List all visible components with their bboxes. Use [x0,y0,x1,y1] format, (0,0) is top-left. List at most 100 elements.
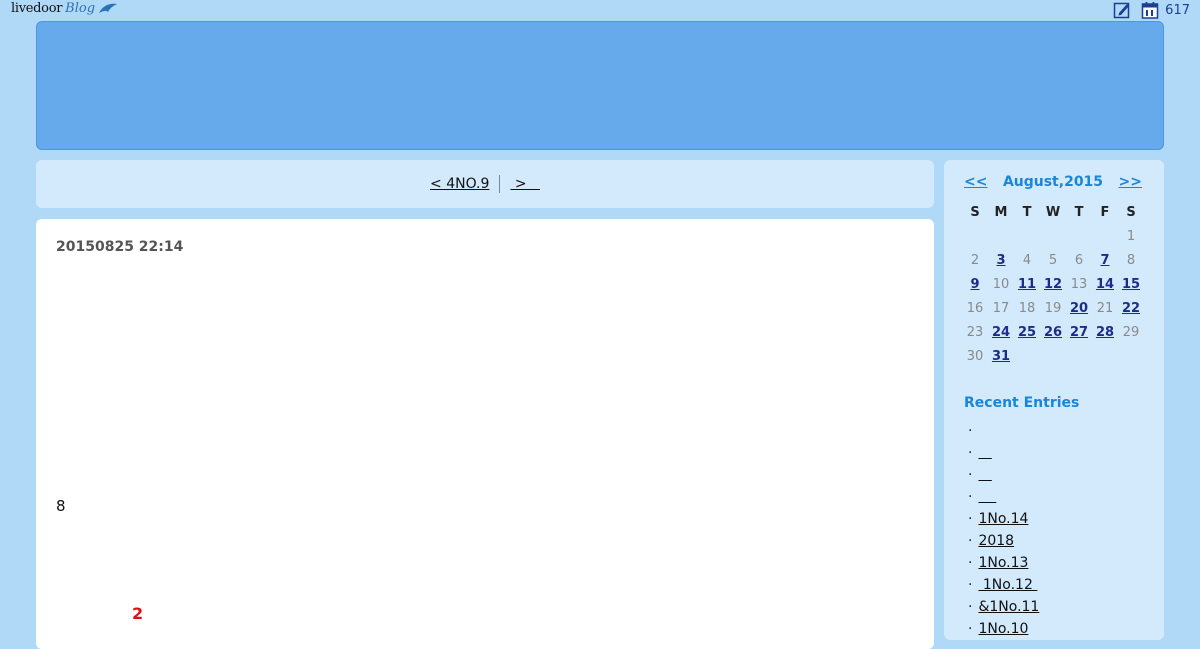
calendar-week: 2 3 456 7 8 [962,248,1144,272]
calendar-day-link[interactable]: 22 [1122,301,1140,316]
recent-entry-item: · 1No.13 [968,552,1039,574]
calendar-days: 1 2 3 4 5 6 7 8 9 10 11 12 13 14 15 16 17 18 19 20 21 22 23 24 2… [962,224,1144,368]
livedoor-blog-logo[interactable]: livedoor Blog [11,1,118,16]
recent-entry-item: · 1No.12 [968,574,1039,596]
calendar-weekday: S [970,204,980,220]
calendar-day-cell: 3 [988,248,1014,272]
calendar-month-title: August,2015 [1002,174,1104,190]
calendar-week: 23 24 25 26 27 28 29 [962,320,1144,344]
sidebar: << August,2015 >> SMTWTFS 1 2 3 4 5 6 7 8 9 10 11 1… [944,160,1164,640]
bullet-dot: · [968,445,973,461]
calendar-weekday: T [1074,204,1084,220]
bullet-dot: · [968,467,973,483]
next-entry-link[interactable]: > [500,176,540,192]
calendar-day-link[interactable]: 11 [1018,277,1036,292]
calendar-day-cell: 22 [1118,296,1144,320]
calendar-prev-month[interactable]: << [964,174,987,190]
calendar-day-cell: 27 [1066,320,1092,344]
calendar-empty-cell [1092,344,1118,368]
calendar-weekday: F [1100,204,1110,220]
calendar-icon[interactable] [1141,1,1159,19]
calendar-day-cell: 26 [1040,320,1066,344]
calendar-day-link[interactable]: 7 [1100,253,1109,268]
recent-entry-link[interactable] [978,445,991,461]
blog-header-banner [36,21,1164,150]
calendar-day-cell: 7 [1092,248,1118,272]
prev-entry-link[interactable]: < 4NO.9 [430,176,499,192]
calendar-day: 21 [1096,300,1114,316]
calendar-day: 5 [1048,252,1058,268]
visitor-counter[interactable]: 617 [1165,3,1190,18]
calendar-empty-cell [988,224,1014,248]
bullet-dot: · [968,577,973,593]
post-highlight-text: 2 [132,604,144,623]
calendar-day-cell: 12 [1040,272,1066,296]
recent-entry-item: · 1No.10 [968,618,1039,640]
calendar-day-link[interactable]: 28 [1096,325,1114,340]
calendar-empty-cell [1066,344,1092,368]
calendar-day: 8 [1126,252,1136,268]
calendar-day-cell: 24 [988,320,1014,344]
calendar-week: 16 17 18 19 20 21 22 [962,296,1144,320]
calendar-day: 23 [966,324,984,340]
calendar-day-link[interactable]: 24 [992,325,1010,340]
recent-entry-link[interactable]: 1No.12 [978,577,1037,593]
calendar-weekdays: SMTWTFS [962,200,1144,224]
calendar-day-cell: 28 [1092,320,1118,344]
calendar-day-cell: 25 [1014,320,1040,344]
post-date: 20150825 22:14 [56,239,184,255]
calendar-empty-cell [1092,224,1118,248]
bullet-dot: · [968,599,973,615]
calendar-header: << August,2015 >> [964,174,1142,190]
bullet-dot: · [968,511,973,527]
entry-pager: < 4NO.9 > [36,160,934,208]
dolphin-icon [99,3,118,13]
calendar-day: 19 [1044,300,1062,316]
bullet-dot: · [968,533,973,549]
calendar-day: 13 [1070,276,1088,292]
calendar-day-cell: 9 [962,272,988,296]
calendar-weekday: T [1022,204,1032,220]
calendar-day: 29 [1122,324,1140,340]
edit-icon[interactable] [1113,1,1131,19]
calendar-day-link[interactable]: 15 [1122,277,1140,292]
calendar-day-link[interactable]: 20 [1070,301,1088,316]
calendar-day-link[interactable]: 26 [1044,325,1062,340]
calendar-empty-cell [1014,224,1040,248]
calendar-week: 1 [962,224,1144,248]
recent-entry-item: · &1No.11 [968,596,1039,618]
calendar-day-link[interactable]: 3 [996,253,1005,268]
calendar-day: 30 [966,348,984,364]
bullet-dot: · [968,423,973,439]
calendar-day-cell: 14 [1092,272,1118,296]
calendar-empty-cell [1040,344,1066,368]
calendar-day: 2 [970,252,980,268]
calendar-day-link[interactable]: 25 [1018,325,1036,340]
calendar-week: 30 31 [962,344,1144,368]
recent-entry-link[interactable]: 1No.13 [978,555,1028,571]
recent-entry-link[interactable] [978,467,991,483]
calendar-day-link[interactable]: 12 [1044,277,1062,292]
recent-entry-link[interactable]: 1No.14 [978,511,1028,527]
recent-entry-item: · [968,420,1039,442]
recent-entry-link[interactable] [978,489,996,505]
calendar-table: SMTWTFS 1 2 3 4 5 6 7 8 9 10 11 12 13 14 15 16 17 18 19 20 2… [962,200,1144,368]
calendar-weekday: M [994,204,1008,220]
calendar-day-link[interactable]: 9 [970,277,979,292]
calendar-day: 16 [966,300,984,316]
logo-blog: Blog [65,1,96,16]
calendar-day: 1 [1126,228,1136,244]
calendar-empty-cell [962,224,988,248]
recent-entry-link[interactable]: 1No.10 [978,621,1028,637]
calendar-day-cell: 20 [1066,296,1092,320]
recent-entry-item: · 1No.14 [968,508,1039,530]
calendar-day-link[interactable]: 31 [992,349,1010,364]
calendar-next-month[interactable]: >> [1119,174,1142,190]
calendar-day-cell: 31 [988,344,1014,368]
calendar-day-link[interactable]: 14 [1096,277,1114,292]
recent-entries-title: Recent Entries [964,395,1080,411]
recent-entry-link[interactable]: 2018 [978,533,1014,549]
calendar-day-link[interactable]: 27 [1070,325,1088,340]
recent-entry-link[interactable]: &1No.11 [978,599,1039,615]
calendar-day: 10 [992,276,1010,292]
